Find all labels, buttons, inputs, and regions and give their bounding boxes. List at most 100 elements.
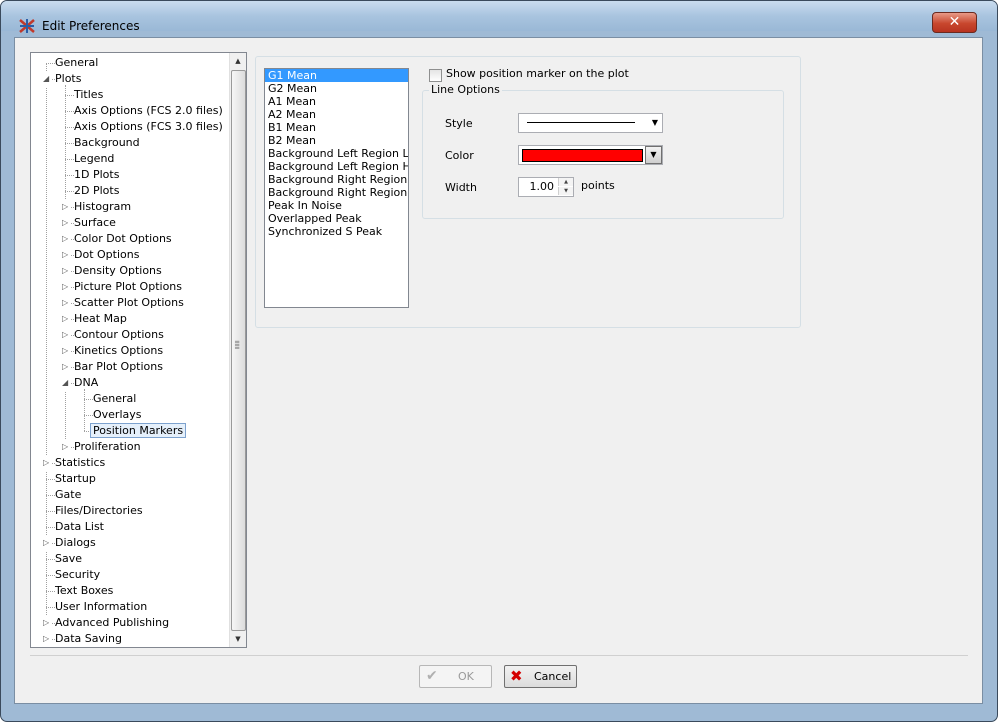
marker-list-item[interactable]: G1 Mean xyxy=(265,69,408,82)
marker-list-item[interactable]: G2 Mean xyxy=(265,82,408,95)
marker-list-item[interactable]: B2 Mean xyxy=(265,134,408,147)
tree-item[interactable]: 2D Plots xyxy=(74,183,119,199)
spin-down-icon[interactable]: ▼ xyxy=(558,187,573,195)
tree-collapse-icon[interactable]: ◢ xyxy=(62,375,70,391)
tree-item[interactable]: Axis Options (FCS 2.0 files) xyxy=(74,103,223,119)
tree-item[interactable]: Color Dot Options xyxy=(74,231,172,247)
tree-item[interactable]: Picture Plot Options xyxy=(74,279,182,295)
tree-item[interactable]: Advanced Publishing xyxy=(55,615,169,631)
tree-item[interactable]: 1D Plots xyxy=(74,167,119,183)
tree-item[interactable]: Position Markers xyxy=(90,423,187,439)
line-style-dropdown[interactable]: ▼ xyxy=(518,113,663,133)
tree-item[interactable]: Heat Map xyxy=(74,311,127,327)
tree-expand-icon[interactable]: ▷ xyxy=(43,455,51,471)
tree-scrollbar[interactable]: ▲ ═ ═ ═ ▼ xyxy=(229,53,246,647)
marker-list-item[interactable]: Background Right Region High xyxy=(265,186,408,199)
tree-expand-icon[interactable]: ▷ xyxy=(62,327,70,343)
tree-expand-icon[interactable]: ▷ xyxy=(62,263,70,279)
tree-item[interactable]: Plots xyxy=(55,71,81,87)
marker-list-item[interactable]: Overlapped Peak xyxy=(265,212,408,225)
style-label: Style xyxy=(445,117,473,130)
tree-expand-icon[interactable]: ▷ xyxy=(62,215,70,231)
tree-item[interactable]: Density Options xyxy=(74,263,162,279)
line-width-value[interactable]: 1.00 xyxy=(530,180,555,193)
tree-item[interactable]: Bar Plot Options xyxy=(74,359,163,375)
tree-expand-icon[interactable]: ▷ xyxy=(62,311,70,327)
marker-list-item[interactable]: Background Left Region High xyxy=(265,160,408,173)
tree-connector-line xyxy=(46,479,55,480)
tree-connector-line xyxy=(65,111,74,112)
marker-list-item[interactable]: A2 Mean xyxy=(265,108,408,121)
line-style-preview xyxy=(527,122,635,123)
tree-item[interactable]: Security xyxy=(55,567,100,583)
tree-item[interactable]: General xyxy=(93,391,136,407)
tree-item[interactable]: Kinetics Options xyxy=(74,343,163,359)
tree-collapse-icon[interactable]: ◢ xyxy=(43,71,51,87)
tree-expand-icon[interactable]: ▷ xyxy=(43,631,51,647)
marker-list-item[interactable]: Peak In Noise xyxy=(265,199,408,212)
tree-item-label: Density Options xyxy=(74,264,162,277)
tree-item[interactable]: Startup xyxy=(55,471,96,487)
tree-item[interactable]: Gate xyxy=(55,487,81,503)
tree-item-label: Histogram xyxy=(74,200,132,213)
tree-expand-icon[interactable]: ▷ xyxy=(62,231,70,247)
chevron-down-icon[interactable]: ▼ xyxy=(645,146,662,164)
tree-expand-icon[interactable]: ▷ xyxy=(62,343,70,359)
marker-list-item[interactable]: Synchronized S Peak xyxy=(265,225,408,238)
tree-item[interactable]: Legend xyxy=(74,151,114,167)
tree-item[interactable]: Dot Options xyxy=(74,247,139,263)
tree-item[interactable]: Text Boxes xyxy=(55,583,113,599)
tree-expand-icon[interactable]: ▷ xyxy=(62,295,70,311)
tree-item[interactable]: Statistics xyxy=(55,455,105,471)
tree-item[interactable]: Files/Directories xyxy=(55,503,143,519)
tree-item[interactable]: Surface xyxy=(74,215,116,231)
scroll-up-arrow-icon[interactable]: ▲ xyxy=(230,53,246,69)
tree-expand-icon[interactable]: ▷ xyxy=(62,247,70,263)
tree-item[interactable]: Overlays xyxy=(93,407,142,423)
spin-up-icon[interactable]: ▲ xyxy=(558,178,573,186)
tree-item[interactable]: Save xyxy=(55,551,82,567)
tree-item[interactable]: Axis Options (FCS 3.0 files) xyxy=(74,119,223,135)
tree-item-label: Position Markers xyxy=(90,423,187,438)
tree-item[interactable]: Data List xyxy=(55,519,104,535)
tree-expand-icon[interactable]: ▷ xyxy=(43,615,51,631)
tree-item-label: Dialogs xyxy=(55,536,96,549)
show-marker-checkbox[interactable] xyxy=(429,69,442,82)
close-button[interactable]: ✕ xyxy=(932,12,977,33)
tree-item-label: Axis Options (FCS 3.0 files) xyxy=(74,120,223,133)
marker-list-item[interactable]: Background Right Region Low xyxy=(265,173,408,186)
tree-expand-icon[interactable]: ▷ xyxy=(43,535,51,551)
tree-expand-icon[interactable]: ▷ xyxy=(62,359,70,375)
tree-item[interactable]: Scatter Plot Options xyxy=(74,295,184,311)
tree-item[interactable]: Histogram xyxy=(74,199,131,215)
tree-item[interactable]: Contour Options xyxy=(74,327,164,343)
marker-listbox[interactable]: G1 Mean G2 Mean A1 Mean A2 Mean B1 Mean B2 Me… xyxy=(264,68,409,308)
tree-expand-icon[interactable]: ▷ xyxy=(62,279,70,295)
cancel-button[interactable]: ✖ Cancel xyxy=(504,665,577,688)
tree-item[interactable]: Proliferation xyxy=(74,439,141,455)
tree-item-label: Color Dot Options xyxy=(74,232,172,245)
scroll-grip-icon: ═ ═ ═ xyxy=(235,338,240,352)
tree-item[interactable]: Background xyxy=(74,135,140,151)
tree-item[interactable]: Dialogs xyxy=(55,535,96,551)
title-bar[interactable]: Edit Preferences ✕ xyxy=(1,1,997,33)
tree-item[interactable]: General xyxy=(55,55,98,71)
marker-list-item[interactable]: Background Left Region Low xyxy=(265,147,408,160)
marker-list-item[interactable]: B1 Mean xyxy=(265,121,408,134)
tree-item[interactable]: Data Saving xyxy=(55,631,122,647)
tree-expand-icon[interactable]: ▷ xyxy=(62,199,70,215)
line-color-dropdown[interactable]: ▼ xyxy=(518,145,663,165)
tree-connector-line xyxy=(84,399,93,400)
tree-item[interactable]: User Information xyxy=(55,599,147,615)
tree-item-label: Scatter Plot Options xyxy=(74,296,184,309)
marker-list-item[interactable]: A1 Mean xyxy=(265,95,408,108)
show-marker-label[interactable]: Show position marker on the plot xyxy=(446,67,629,80)
tree-item[interactable]: DNA xyxy=(74,375,98,391)
ok-button[interactable]: ✔ OK xyxy=(419,665,492,688)
line-width-spinner[interactable]: 1.00 ▲ ▼ xyxy=(518,177,574,197)
scroll-down-arrow-icon[interactable]: ▼ xyxy=(230,631,246,647)
scroll-thumb[interactable]: ═ ═ ═ xyxy=(231,70,246,631)
preferences-tree[interactable]: ▲ ═ ═ ═ ▼ General ◢ Plots Titles Axis Options … xyxy=(30,52,247,648)
tree-item[interactable]: Titles xyxy=(74,87,103,103)
tree-expand-icon[interactable]: ▷ xyxy=(62,439,70,455)
